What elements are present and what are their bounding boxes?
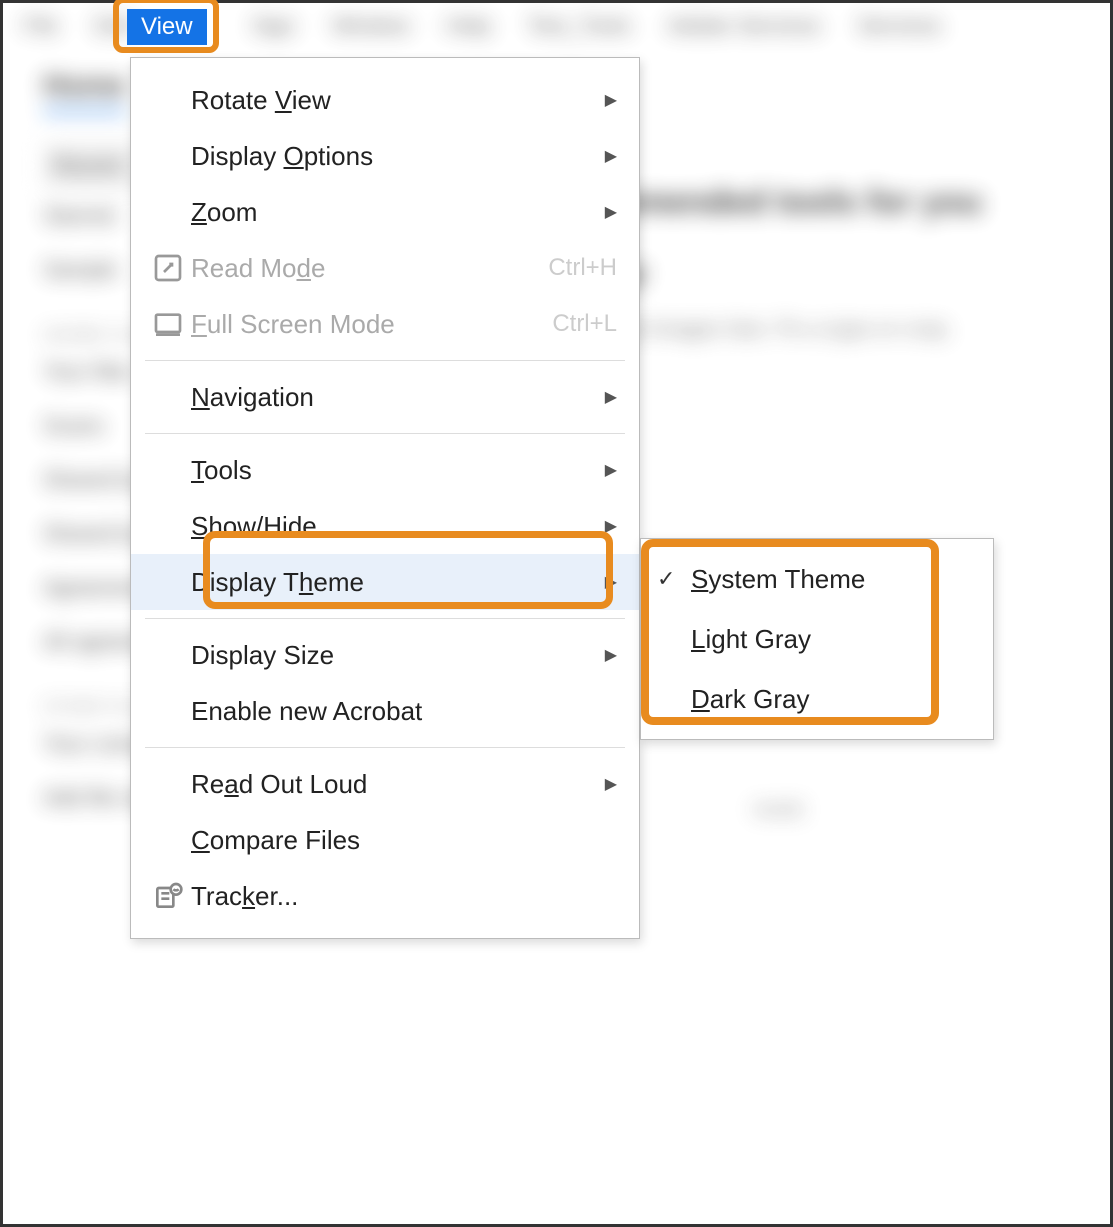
- menu-display-size-label: Display Size: [191, 640, 605, 671]
- menu-read-out-loud[interactable]: Read Out Loud ▶: [131, 756, 639, 812]
- menu-enable-new-acrobat[interactable]: Enable new Acrobat: [131, 683, 639, 739]
- menu-zoom[interactable]: Zoom ▶: [131, 184, 639, 240]
- submenu-arrow-icon: ▶: [605, 202, 617, 222]
- menu-separator: [145, 433, 625, 434]
- display-theme-submenu: ✓ System Theme Light Gray Dark Gray: [640, 538, 994, 740]
- submenu-system-theme[interactable]: ✓ System Theme: [641, 549, 993, 609]
- submenu-light-gray-label: Light Gray: [691, 624, 971, 655]
- menu-show-hide[interactable]: Show/Hide ▶: [131, 498, 639, 554]
- submenu-light-gray[interactable]: Light Gray: [641, 609, 993, 669]
- menu-full-screen: Full Screen Mode Ctrl+L: [131, 296, 639, 352]
- menu-display-options-label: Display Options: [191, 141, 605, 172]
- menu-rotate-view-label: Rotate View: [191, 85, 605, 116]
- menu-display-theme-label: Display Theme: [191, 567, 605, 598]
- menu-tracker[interactable]: Tracker...: [131, 868, 639, 924]
- view-menu: Rotate View ▶ Display Options ▶ Zoom ▶ R…: [130, 57, 640, 939]
- submenu-arrow-icon: ▶: [605, 645, 617, 665]
- menu-full-screen-shortcut: Ctrl+L: [552, 310, 617, 338]
- menu-show-hide-label: Show/Hide: [191, 511, 605, 542]
- submenu-arrow-icon: ▶: [605, 572, 617, 592]
- menu-compare-files-label: Compare Files: [191, 825, 617, 856]
- menu-separator: [145, 618, 625, 619]
- submenu-dark-gray-label: Dark Gray: [691, 684, 971, 715]
- full-screen-icon: [145, 308, 191, 340]
- menu-tracker-label: Tracker...: [191, 881, 617, 912]
- menu-read-mode: Read Mode Ctrl+H: [131, 240, 639, 296]
- menu-display-size[interactable]: Display Size ▶: [131, 627, 639, 683]
- menu-navigation[interactable]: Navigation ▶: [131, 369, 639, 425]
- menu-separator: [145, 747, 625, 748]
- submenu-system-theme-label: System Theme: [691, 564, 971, 595]
- menu-display-options[interactable]: Display Options ▶: [131, 128, 639, 184]
- check-icon: ✓: [657, 566, 675, 592]
- menu-tools[interactable]: Tools ▶: [131, 442, 639, 498]
- tracker-icon: [145, 880, 191, 912]
- read-mode-icon: [145, 252, 191, 284]
- menu-enable-new-label: Enable new Acrobat: [191, 696, 617, 727]
- menu-zoom-label: Zoom: [191, 197, 605, 228]
- menu-rotate-view[interactable]: Rotate View ▶: [131, 72, 639, 128]
- menu-compare-files[interactable]: Compare Files: [131, 812, 639, 868]
- menu-read-mode-label: Read Mode: [191, 253, 532, 284]
- highlight-view-annotation: [113, 0, 219, 53]
- menu-separator: [145, 360, 625, 361]
- menu-read-mode-shortcut: Ctrl+H: [548, 254, 617, 282]
- submenu-arrow-icon: ▶: [605, 90, 617, 110]
- submenu-arrow-icon: ▶: [605, 146, 617, 166]
- menu-navigation-label: Navigation: [191, 382, 605, 413]
- submenu-arrow-icon: ▶: [605, 774, 617, 794]
- submenu-arrow-icon: ▶: [605, 516, 617, 536]
- menu-display-theme[interactable]: Display Theme ▶: [131, 554, 639, 610]
- menu-tools-label: Tools: [191, 455, 605, 486]
- submenu-arrow-icon: ▶: [605, 387, 617, 407]
- menu-read-out-loud-label: Read Out Loud: [191, 769, 605, 800]
- menu-full-screen-label: Full Screen Mode: [191, 309, 536, 340]
- submenu-arrow-icon: ▶: [605, 460, 617, 480]
- submenu-dark-gray[interactable]: Dark Gray: [641, 669, 993, 729]
